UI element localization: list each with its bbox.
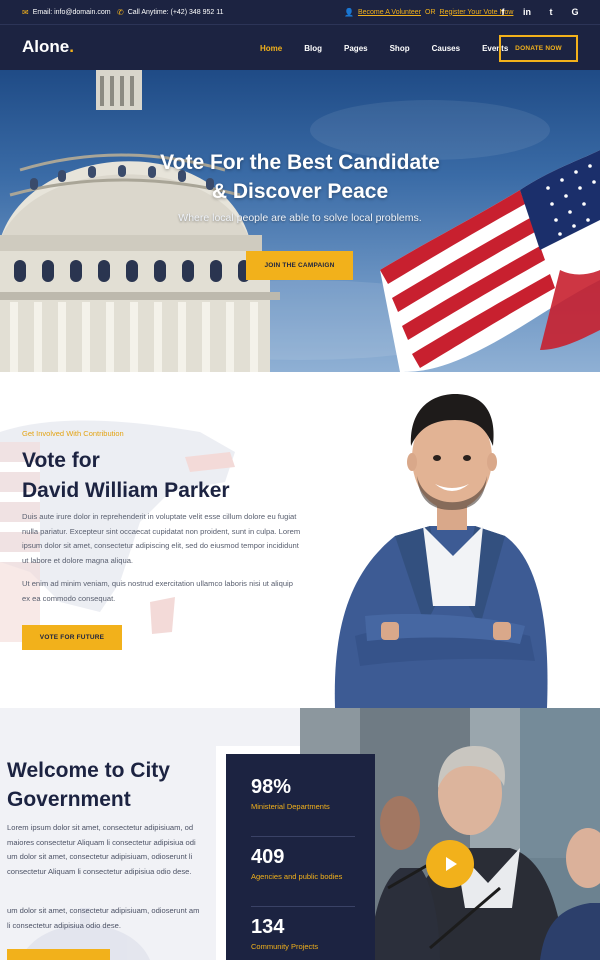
city-cta-button[interactable] <box>7 949 110 960</box>
city-paragraph-2: um dolor sit amet, consectetur adipisiua… <box>7 906 200 930</box>
hero-banner: Vote For the Best Candidate & Discover P… <box>0 70 600 372</box>
hero-subtitle: Where local people are able to solve loc… <box>178 212 422 224</box>
stat-value: 98% <box>251 776 292 798</box>
stat-value: 134 <box>251 916 285 938</box>
volunteer-link[interactable]: Become A Volunteer <box>358 9 421 16</box>
vote-for-future-button[interactable]: VOTE FOR FUTURE <box>22 625 122 650</box>
linkedin-icon[interactable]: in <box>522 7 532 17</box>
city-paragraph-1: Lorem ipsum dolor sit amet, consectetur … <box>7 823 196 876</box>
stat-item: 134 Community Projects <box>251 916 318 951</box>
stat-value: 409 <box>251 846 285 868</box>
play-video-button[interactable] <box>426 840 474 888</box>
hero-title-line1: Vote For the Best Candidate <box>160 151 440 174</box>
donate-button[interactable]: DONATE NOW <box>499 35 578 62</box>
city-title: Welcome to City Government <box>7 756 170 814</box>
city-title-line2: Government <box>7 788 131 811</box>
google-icon[interactable]: G <box>570 7 580 17</box>
candidate-photo <box>334 394 548 708</box>
facebook-icon[interactable]: f <box>498 7 508 17</box>
stat-label: Agencies and public bodies <box>251 872 343 881</box>
social-links: f in t G <box>498 0 580 24</box>
candidate-paragraph-1: Duis aute irure dolor in reprehenderit i… <box>22 512 301 565</box>
or-text: OR <box>425 8 436 16</box>
stat-item: 98% Ministerial Departments <box>251 776 330 811</box>
hero-title-line2: & Discover Peace <box>211 180 389 203</box>
email-info[interactable]: ✉ Email: info@domain.com <box>22 0 111 24</box>
phone-text: Call Anytime: (+42) 348 952 11 <box>127 8 224 16</box>
nav-item-home[interactable]: Home <box>260 44 282 53</box>
nav-item-pages[interactable]: Pages <box>344 44 368 53</box>
join-campaign-button[interactable]: JOIN THE CAMPAIGN <box>246 251 353 280</box>
nav-item-causes[interactable]: Causes <box>432 44 460 53</box>
nav-item-shop[interactable]: Shop <box>390 44 410 53</box>
mail-icon: ✉ <box>22 7 29 17</box>
top-bar: ✉ Email: info@domain.com ✆ Call Anytime:… <box>0 0 600 24</box>
logo-text: Alone <box>22 37 70 56</box>
site-logo[interactable]: Alone. <box>22 37 74 57</box>
stat-label: Community Projects <box>251 942 319 951</box>
stat-divider <box>251 836 355 837</box>
city-title-line1: Welcome to City <box>7 759 170 782</box>
nav-menu: Home Blog Pages Shop Causes Events <box>260 25 530 71</box>
candidate-title: Vote for David William Parker <box>22 446 230 506</box>
stat-item: 409 Agencies and public bodies <box>251 846 342 881</box>
candidate-title-line1: Vote for <box>22 449 100 472</box>
stat-label: Ministerial Departments <box>251 802 330 811</box>
city-government-section: Welcome to City Government Lorem ipsum d… <box>0 708 600 960</box>
stat-divider <box>251 906 355 907</box>
stats-panel: 98% Ministerial Departments 409 Agencies… <box>226 754 375 960</box>
hero-title: Vote For the Best Candidate & Discover P… <box>100 148 500 206</box>
email-text: Email: info@domain.com <box>32 8 111 16</box>
play-icon <box>446 857 457 871</box>
phone-icon: ✆ <box>117 7 124 17</box>
user-icon: 👤 <box>344 7 354 17</box>
phone-info[interactable]: ✆ Call Anytime: (+42) 348 952 11 <box>117 0 224 24</box>
logo-dot: . <box>69 37 74 56</box>
nav-item-blog[interactable]: Blog <box>304 44 322 53</box>
candidate-paragraph-2: Ut enim ad minim veniam, quis nostrud ex… <box>22 579 293 603</box>
candidate-kicker: Get Involved With Contribution <box>22 429 124 438</box>
candidate-title-line2: David William Parker <box>22 479 230 502</box>
twitter-icon[interactable]: t <box>546 7 556 17</box>
main-nav: Alone. Home Blog Pages Shop Causes Event… <box>0 24 600 70</box>
volunteer-links: 👤 Become A Volunteer OR Register Your Vo… <box>344 0 513 24</box>
candidate-section: Get Involved With Contribution Vote for … <box>0 372 600 708</box>
